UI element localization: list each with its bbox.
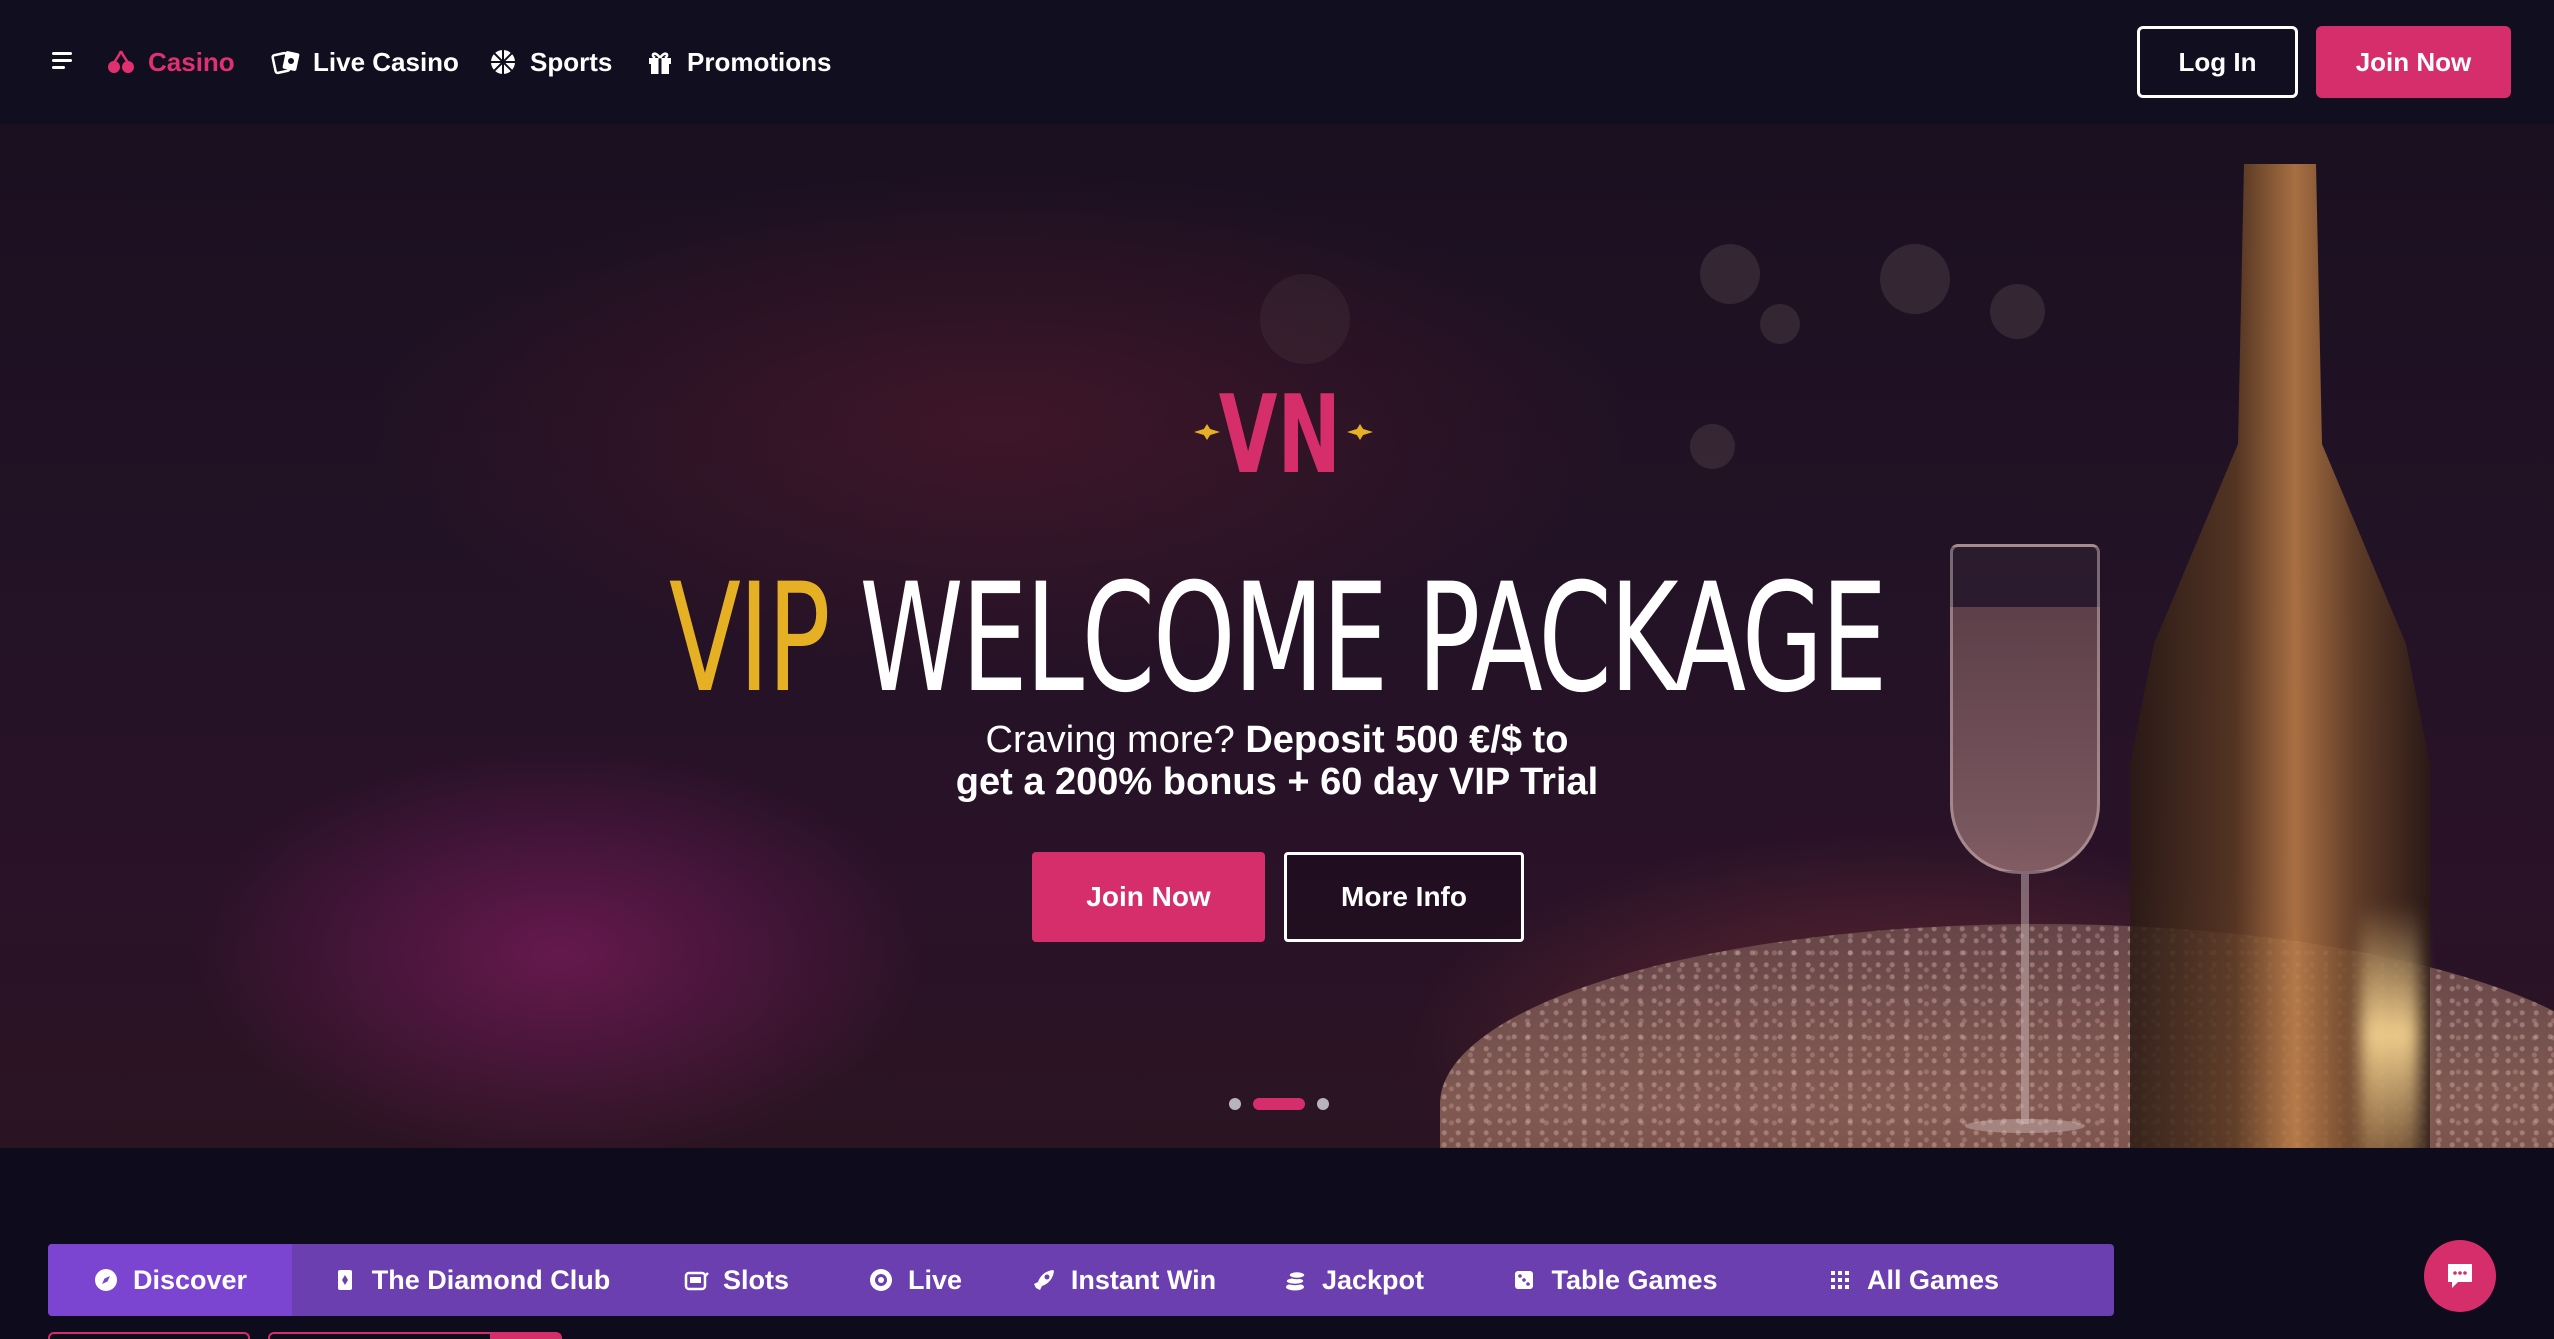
nav-live-casino-label: Live Casino (313, 46, 459, 77)
champagne-glass-stem (2021, 874, 2029, 1124)
cards-icon (271, 51, 300, 75)
headline-accent: VIP (668, 552, 831, 726)
logo-text: VN (1219, 372, 1341, 492)
hero-banner: VN VIP WELCOME PACKAGE Craving more? Dep… (0, 124, 2554, 1148)
rocket-icon (1033, 1270, 1054, 1290)
carousel-dot-1[interactable] (1229, 1098, 1241, 1110)
subtitle-bold: Deposit 500 €/$ to (1245, 719, 1569, 761)
tab-discover-label: Discover (132, 1264, 248, 1295)
tab-the-diamond-club-label: The Diamond Club (371, 1264, 611, 1295)
hero-headline: VIP WELCOME PACKAGE (281, 564, 2273, 714)
tab-live-label: Live (907, 1264, 963, 1295)
vn-logo: VN (1194, 372, 1373, 492)
subtitle-plain: Craving more? (985, 719, 1246, 761)
tab-discover[interactable]: Discover (48, 1244, 292, 1316)
bokeh-light (1880, 244, 1950, 314)
tab-slots-label: Slots (722, 1264, 789, 1295)
hamburger-menu-icon[interactable] (52, 50, 74, 72)
nav-sports[interactable]: Sports (488, 40, 612, 84)
tab-the-diamond-club[interactable]: The Diamond Club (292, 1244, 650, 1316)
bottle-highlight (2360, 904, 2420, 1148)
bokeh-light (1990, 284, 2045, 339)
join-now-button[interactable]: Join Now (2316, 26, 2511, 98)
nav-promotions-label: Promotions (687, 46, 832, 77)
filter-chip-partial[interactable] (268, 1332, 562, 1339)
cherries-icon (108, 50, 134, 73)
coins-icon (1285, 1270, 1306, 1291)
ball-icon (491, 50, 515, 74)
sparkle-icon (1194, 424, 1220, 440)
top-navigation: Casino Live Casino Sports Promotions Log… (0, 0, 2554, 124)
subtitle-line-1: Craving more? Deposit 500 €/$ to (0, 719, 2554, 761)
chat-bubble-icon (2448, 1264, 2472, 1288)
tab-instant-win[interactable]: Instant Win (1008, 1244, 1239, 1316)
tab-all-games[interactable]: All Games (1762, 1244, 2114, 1316)
compass-icon (94, 1269, 117, 1291)
bokeh-light (1760, 304, 1800, 344)
slot-machine-icon (684, 1271, 709, 1291)
tab-live[interactable]: Live (822, 1244, 1008, 1316)
game-category-tabs: Discover The Diamond Club Slots Live Ins… (48, 1244, 2114, 1316)
tab-instant-win-label: Instant Win (1070, 1264, 1217, 1295)
nav-promotions[interactable]: Promotions (645, 40, 831, 84)
filter-chip-fill (490, 1334, 560, 1339)
sparkle-icon (1347, 424, 1373, 440)
tab-jackpot[interactable]: Jackpot (1239, 1244, 1467, 1316)
nav-live-casino[interactable]: Live Casino (271, 40, 459, 84)
subtitle-bold-2: get a 200% bonus + 60 day VIP Trial (955, 761, 1599, 803)
bokeh-light (1690, 424, 1735, 469)
headline-rest: WELCOME PACKAGE (859, 552, 1887, 726)
carousel-indicators (0, 1098, 2554, 1110)
carousel-dot-3[interactable] (1317, 1098, 1329, 1110)
hero-join-now-button[interactable]: Join Now (1032, 852, 1265, 942)
gift-icon (649, 52, 671, 74)
nav-casino[interactable]: Casino (106, 40, 235, 84)
filter-chip-partial[interactable] (48, 1332, 250, 1339)
login-button[interactable]: Log In (2137, 26, 2298, 98)
hero-subtitle: Craving more? Deposit 500 €/$ to get a 2… (0, 719, 2554, 803)
nav-casino-label: Casino (148, 46, 235, 77)
nav-sports-label: Sports (530, 46, 613, 77)
tab-table-games[interactable]: Table Games (1467, 1244, 1762, 1316)
carousel-dot-2[interactable] (1253, 1098, 1305, 1110)
hero-more-info-button[interactable]: More Info (1284, 852, 1524, 942)
tab-slots[interactable]: Slots (650, 1244, 822, 1316)
dice-icon (1515, 1271, 1534, 1289)
chat-support-button[interactable] (2424, 1240, 2496, 1312)
tab-jackpot-label: Jackpot (1321, 1264, 1425, 1295)
tab-table-games-label: Table Games (1551, 1264, 1718, 1295)
tab-all-games-label: All Games (1866, 1264, 2000, 1295)
bokeh-light (1700, 244, 1760, 304)
grid-icon (1830, 1271, 1849, 1289)
bokeh-light (1260, 274, 1350, 364)
subtitle-line-2: get a 200% bonus + 60 day VIP Trial (0, 761, 2554, 803)
champagne-glass-foot (1965, 1119, 2085, 1133)
card-icon (337, 1270, 352, 1290)
chip-icon (869, 1269, 892, 1291)
